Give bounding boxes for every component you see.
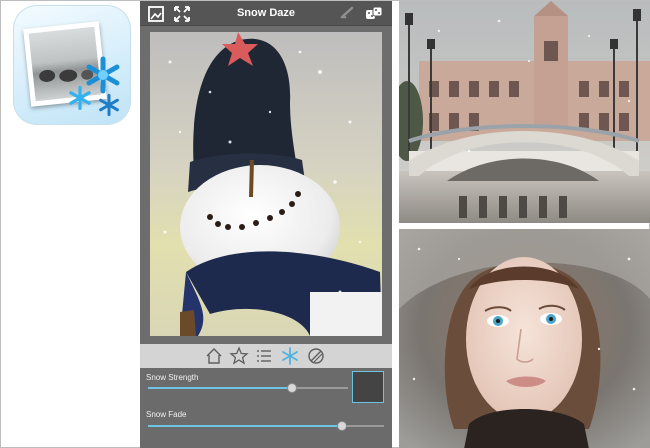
snow-preview-thumbnail[interactable]	[352, 371, 384, 403]
snow-fade-fill	[148, 425, 342, 427]
snowflake-icon	[99, 93, 119, 117]
screenshot-canvas: Snow Daze Snow Strength Snow Fade	[0, 0, 650, 448]
list-icon[interactable]	[254, 346, 274, 366]
app-screen: Snow Daze Snow Strength Snow Fade	[140, 1, 392, 448]
star-icon[interactable]	[229, 346, 249, 366]
app-icon	[13, 5, 131, 125]
snowflake-icon[interactable]	[280, 346, 300, 366]
sample-photo-plaza	[399, 1, 650, 223]
undo-icon[interactable]	[338, 4, 358, 24]
no-filter-icon[interactable]	[306, 346, 326, 366]
snowflake-icon	[69, 85, 91, 111]
dice-icon[interactable]	[364, 4, 384, 24]
snow-strength-thumb[interactable]	[287, 383, 297, 393]
sample-photo-portrait	[399, 229, 650, 448]
edited-photo[interactable]	[150, 32, 382, 336]
tool-bar	[140, 344, 392, 368]
snow-strength-label: Snow Strength	[146, 373, 199, 382]
snow-controls: Snow Strength Snow Fade	[140, 368, 392, 448]
snow-fade-slider[interactable]	[148, 421, 384, 431]
snow-strength-fill	[148, 387, 292, 389]
snow-strength-slider[interactable]	[148, 383, 348, 393]
snow-fade-thumb[interactable]	[337, 421, 347, 431]
top-bar: Snow Daze	[140, 1, 392, 26]
home-icon[interactable]	[204, 346, 224, 366]
snow-fade-label: Snow Fade	[146, 410, 187, 419]
